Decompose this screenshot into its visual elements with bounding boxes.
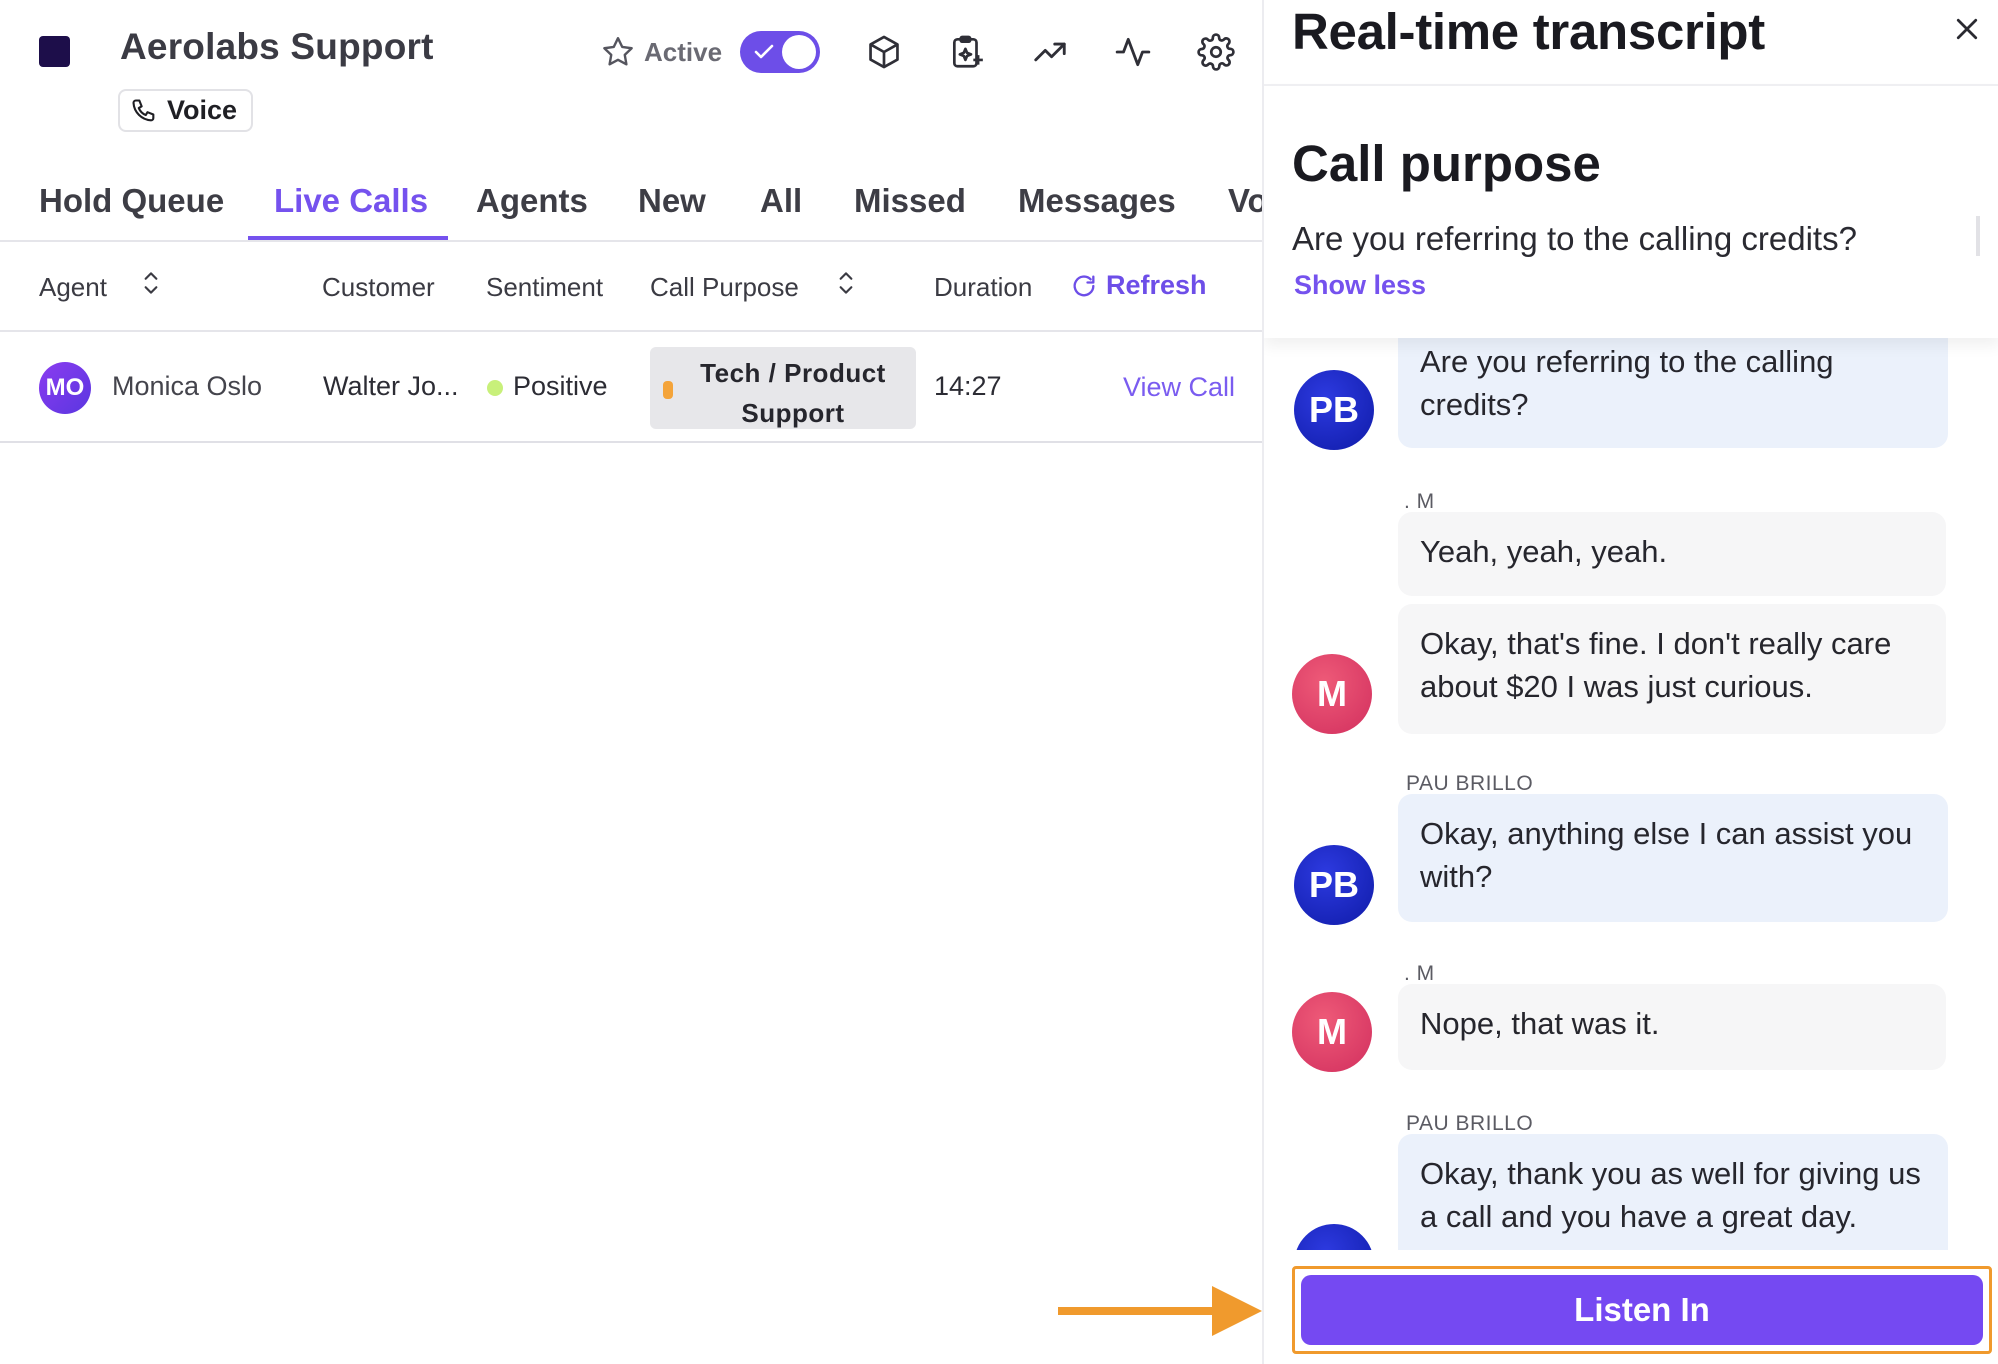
active-tab-indicator <box>248 236 448 240</box>
message-bubble: Okay, that's fine. I don't really care a… <box>1398 604 1946 734</box>
speaker-label: . M <box>1404 490 1435 513</box>
show-less-link[interactable]: Show less <box>1294 270 1426 301</box>
voice-channel-label: Voice <box>167 95 238 125</box>
column-call-purpose[interactable]: Call Purpose <box>650 272 799 303</box>
header-actions: Active <box>600 28 1235 76</box>
tab-hold-queue[interactable]: Hold Queue <box>39 182 224 220</box>
call-purpose-card: Call purpose Are you referring to the ca… <box>1264 86 1998 338</box>
speaker-label: PAU BRILLO <box>1406 772 1534 795</box>
listen-in-highlight: Listen In <box>1292 1266 1992 1354</box>
speaker-label: . M <box>1404 962 1435 985</box>
speaker-label: PAU BRILLO <box>1406 1112 1534 1135</box>
avatar: M <box>1292 654 1372 734</box>
active-toggle[interactable] <box>740 31 821 73</box>
ai-clipboard-icon[interactable] <box>948 33 986 71</box>
column-customer: Customer <box>322 272 435 302</box>
transcript-panel: Real-time transcript PB Are you referrin… <box>1262 0 1998 1364</box>
tab-all[interactable]: All <box>760 182 802 220</box>
tab-live-calls[interactable]: Live Calls <box>274 182 428 220</box>
voice-channel-chip[interactable]: Voice <box>118 89 254 132</box>
tab-voicemail[interactable]: Vo <box>1228 182 1262 220</box>
call-duration: 14:27 <box>934 371 1002 401</box>
phone-icon <box>132 98 155 121</box>
sort-icon[interactable] <box>138 268 164 298</box>
call-purpose-label: Tech / Product Support <box>700 358 886 428</box>
refresh-label: Refresh <box>1106 270 1207 300</box>
message-bubble: Nope, that was it. <box>1398 984 1946 1070</box>
arrow-icon <box>1058 1286 1262 1336</box>
call-purpose-heading: Call purpose <box>1292 135 1601 192</box>
table-header: Agent Customer Sentiment Call Purpose Du… <box>0 244 1262 332</box>
check-icon <box>754 44 774 59</box>
message-bubble: Are you referring to the calling credits… <box>1398 320 1948 448</box>
column-agent[interactable]: Agent <box>39 272 107 303</box>
sentiment-indicator <box>487 380 503 396</box>
tab-agents[interactable]: Agents <box>476 182 588 220</box>
avatar: M <box>1292 992 1372 1072</box>
trending-up-icon[interactable] <box>1031 33 1069 71</box>
sentiment-label: Positive <box>513 371 608 401</box>
call-purpose-badge: Tech / Product Support <box>650 347 916 429</box>
star-icon[interactable] <box>600 34 636 70</box>
sort-icon[interactable] <box>833 268 859 298</box>
activity-icon[interactable] <box>1114 33 1152 71</box>
app-title: Aerolabs Support <box>120 26 434 67</box>
toggle-knob <box>782 35 817 69</box>
agent-name: Monica Oslo <box>112 371 263 401</box>
refresh-icon <box>1073 274 1095 296</box>
customer-name: Walter Jo... <box>323 371 459 401</box>
avatar: PB <box>1294 845 1374 925</box>
table-row[interactable]: MO Monica Oslo Walter Jo... Positive Tec… <box>0 333 1262 443</box>
call-purpose-text: Are you referring to the calling credits… <box>1292 220 1857 257</box>
column-duration: Duration <box>934 272 1033 302</box>
listen-in-button[interactable]: Listen In <box>1301 1275 1983 1345</box>
column-sentiment: Sentiment <box>486 272 604 302</box>
tab-new[interactable]: New <box>638 182 706 220</box>
tab-missed[interactable]: Missed <box>854 182 966 220</box>
app-logo <box>39 36 70 67</box>
gear-icon[interactable] <box>1197 33 1235 71</box>
avatar: PB <box>1294 370 1374 450</box>
scrollbar[interactable] <box>1976 216 1980 256</box>
avatar: MO <box>39 362 91 414</box>
main-app: Aerolabs Support Voice Active Hold Queue… <box>0 0 1262 1364</box>
message-bubble: Yeah, yeah, yeah. <box>1398 512 1946 596</box>
message-bubble: Okay, thank you as well for giving us a … <box>1398 1134 1948 1260</box>
view-call-link[interactable]: View Call <box>1123 372 1235 403</box>
refresh-button[interactable]: Refresh <box>1070 270 1207 301</box>
active-status-label: Active <box>644 36 723 67</box>
tab-messages[interactable]: Messages <box>1018 182 1176 220</box>
purpose-color-dot <box>663 381 673 399</box>
tab-bar: Hold Queue Live Calls Agents New All Mis… <box>0 160 1262 242</box>
cube-icon[interactable] <box>865 33 903 71</box>
message-bubble: Okay, anything else I can assist you wit… <box>1398 794 1948 922</box>
